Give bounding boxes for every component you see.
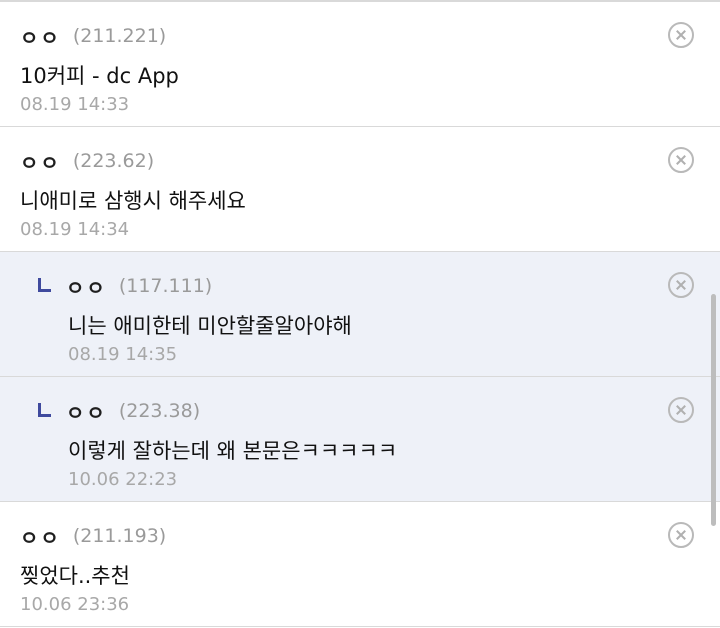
comment-ip: (223.62) xyxy=(72,150,155,172)
delete-comment-button[interactable] xyxy=(668,272,694,298)
comment-ip: (223.38) xyxy=(118,400,201,422)
reply-item: ㅇㅇ (117.111) 니는 애미한테 미안할줄알아야해 08.19 14:3… xyxy=(0,252,720,377)
comment-header: ㅇㅇ (223.38) xyxy=(36,395,200,427)
comment-header: ㅇㅇ (211.221) xyxy=(20,20,166,52)
comment-text: 니는 애미한테 미안할줄알아야해 xyxy=(68,314,352,338)
comment-date: 08.19 14:33 xyxy=(20,94,130,115)
comment-text: 니애미로 삼행시 해주세요 xyxy=(20,189,246,213)
comment-item: ㅇㅇ (223.62) 니애미로 삼행시 해주세요 08.19 14:34 xyxy=(0,127,720,252)
comment-header: ㅇㅇ (211.193) xyxy=(20,520,166,552)
comment-date: 10.06 22:23 xyxy=(68,469,178,490)
delete-comment-button[interactable] xyxy=(668,147,694,173)
comment-date: 08.19 14:34 xyxy=(20,219,130,240)
comment-nickname[interactable]: ㅇㅇ xyxy=(20,522,61,551)
comment-ip: (211.193) xyxy=(72,525,167,547)
comment-text: 찢었다..추천 xyxy=(20,564,130,588)
comment-header: ㅇㅇ (223.62) xyxy=(20,145,154,177)
comment-ip: (211.221) xyxy=(72,25,167,47)
delete-comment-button[interactable] xyxy=(668,397,694,423)
comment-item: ㅇㅇ (211.193) 찢었다..추천 10.06 23:36 xyxy=(0,502,720,627)
comment-date: 08.19 14:35 xyxy=(68,344,178,365)
comment-date: 10.06 23:36 xyxy=(20,594,130,615)
comment-nickname[interactable]: ㅇㅇ xyxy=(66,272,107,301)
comment-item: ㅇㅇ (211.221) 10커피 - dc App 08.19 14:33 xyxy=(0,2,720,127)
delete-comment-button[interactable] xyxy=(668,522,694,548)
delete-comment-button[interactable] xyxy=(668,22,694,48)
comment-nickname[interactable]: ㅇㅇ xyxy=(20,22,61,51)
reply-arrow-icon xyxy=(36,277,52,295)
scrollbar[interactable] xyxy=(711,294,716,526)
comment-text: 이렇게 잘하는데 왜 본문은ㅋㅋㅋㅋㅋ xyxy=(68,439,398,463)
comment-text: 10커피 - dc App xyxy=(20,64,179,88)
reply-item: ㅇㅇ (223.38) 이렇게 잘하는데 왜 본문은ㅋㅋㅋㅋㅋ 10.06 22… xyxy=(0,377,720,502)
comment-header: ㅇㅇ (117.111) xyxy=(36,270,212,302)
comment-ip: (117.111) xyxy=(118,275,213,297)
comment-list: ㅇㅇ (211.221) 10커피 - dc App 08.19 14:33 ㅇ… xyxy=(0,0,720,628)
comment-nickname[interactable]: ㅇㅇ xyxy=(20,147,61,176)
comment-nickname[interactable]: ㅇㅇ xyxy=(66,397,107,426)
reply-arrow-icon xyxy=(36,402,52,420)
